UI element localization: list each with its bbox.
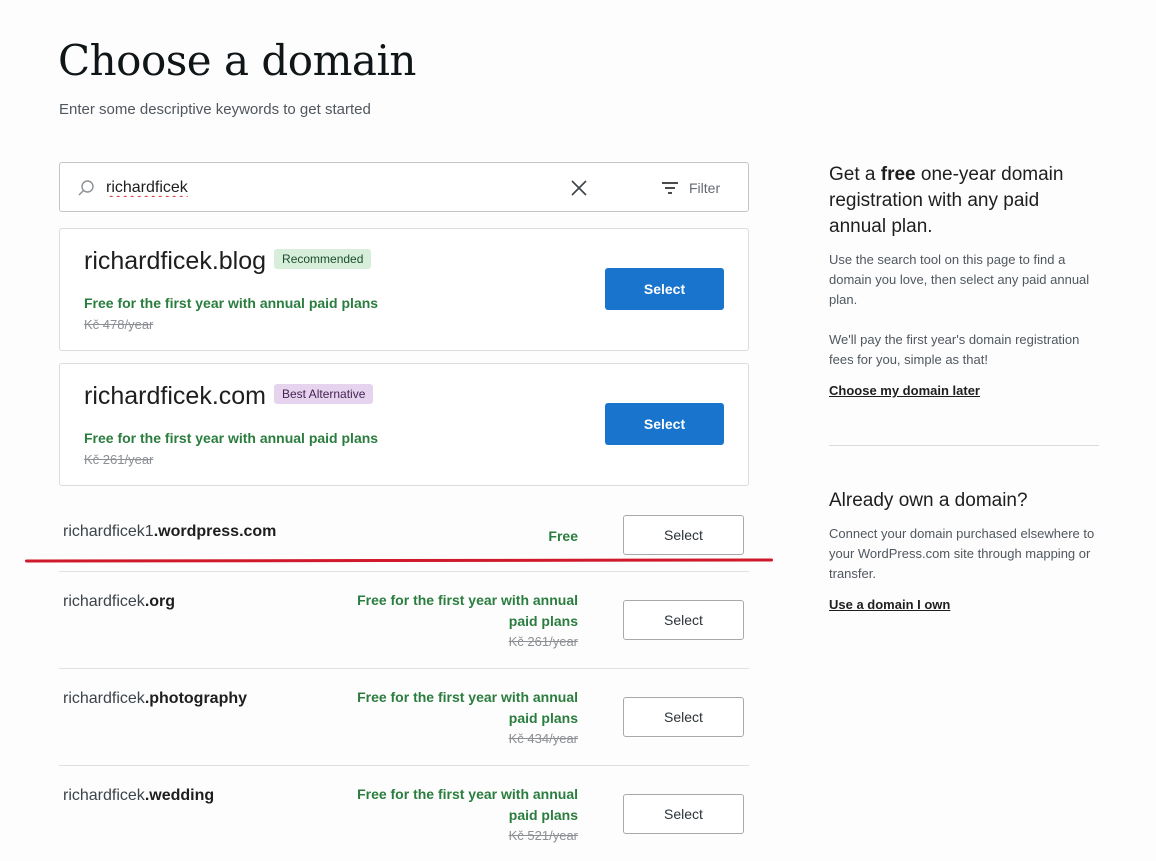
choose-domain-later-link[interactable]: Choose my domain later: [829, 383, 980, 398]
recommended-badge: Recommended: [274, 249, 372, 270]
featured-domain-card: richardficek.blog Recommended Free for th…: [59, 228, 749, 351]
select-button[interactable]: Select: [623, 600, 744, 640]
domain-search-box: Filter: [59, 162, 749, 212]
own-domain-heading: Already own a domain?: [829, 490, 1028, 511]
search-icon: [78, 180, 94, 196]
original-price: Kč 434/year: [508, 731, 578, 746]
use-domain-i-own-link[interactable]: Use a domain I own: [829, 597, 950, 612]
promo-text: Free for the first year with annual paid…: [84, 430, 379, 446]
promo-text: Free for the first year with annual paid…: [338, 687, 578, 749]
original-price: Kč 478/year: [84, 317, 154, 332]
own-domain-info: Already own a domain? Connect your domai…: [829, 488, 1099, 614]
domain-row: richardficek.photography Free for the fi…: [59, 669, 749, 766]
domain-name: richardficek.wedding: [63, 787, 215, 804]
original-price: Kč 521/year: [508, 828, 578, 843]
featured-domain-name: richardficek.blog Recommended: [84, 247, 372, 276]
original-price: Kč 261/year: [508, 634, 578, 649]
free-domain-heading: Get a free one-year domain registration …: [829, 164, 1064, 237]
domain-name-text: richardficek.com: [84, 382, 266, 410]
select-button[interactable]: Select: [623, 794, 744, 834]
select-button[interactable]: Select: [605, 268, 724, 310]
close-icon[interactable]: [568, 177, 590, 199]
sidebar-divider: [829, 445, 1099, 446]
free-domain-info: Get a free one-year domain registration …: [829, 162, 1099, 400]
filter-button[interactable]: Filter: [660, 176, 720, 200]
featured-domain-name: richardficek.com Best Alternative: [84, 382, 374, 411]
domain-row: richardficek.org Free for the first year…: [59, 572, 749, 669]
featured-domain-card: richardficek.com Best Alternative Free fo…: [59, 363, 749, 486]
search-input[interactable]: [106, 176, 526, 200]
page-subtitle: Enter some descriptive keywords to get s…: [59, 101, 371, 118]
free-domain-text: We'll pay the first year's domain regist…: [829, 332, 1080, 367]
domain-row: richardficek.wedding Free for the first …: [59, 766, 749, 861]
own-domain-text: Connect your domain purchased elsewhere …: [829, 526, 1095, 581]
select-button[interactable]: Select: [623, 697, 744, 737]
original-price: Kč 261/year: [84, 452, 154, 467]
domain-name: richardficek.org: [63, 593, 176, 610]
promo-text: Free for the first year with annual paid…: [84, 295, 379, 311]
select-button[interactable]: Select: [605, 403, 724, 445]
promo-text: Free: [548, 528, 578, 544]
filter-label: Filter: [689, 180, 721, 196]
domain-name: richardficek1.wordpress.com: [63, 523, 277, 540]
filter-icon: [662, 182, 678, 194]
domain-name-text: richardficek.blog: [84, 247, 267, 275]
best-alternative-badge: Best Alternative: [274, 384, 374, 405]
domain-name: richardficek.photography: [63, 690, 248, 707]
select-button[interactable]: Select: [623, 515, 744, 555]
page-title: Choose a domain: [58, 36, 416, 85]
promo-text: Free for the first year with annual paid…: [338, 590, 578, 652]
promo-text: Free for the first year with annual paid…: [338, 784, 578, 846]
free-domain-text: Use the search tool on this page to find…: [829, 252, 1090, 307]
